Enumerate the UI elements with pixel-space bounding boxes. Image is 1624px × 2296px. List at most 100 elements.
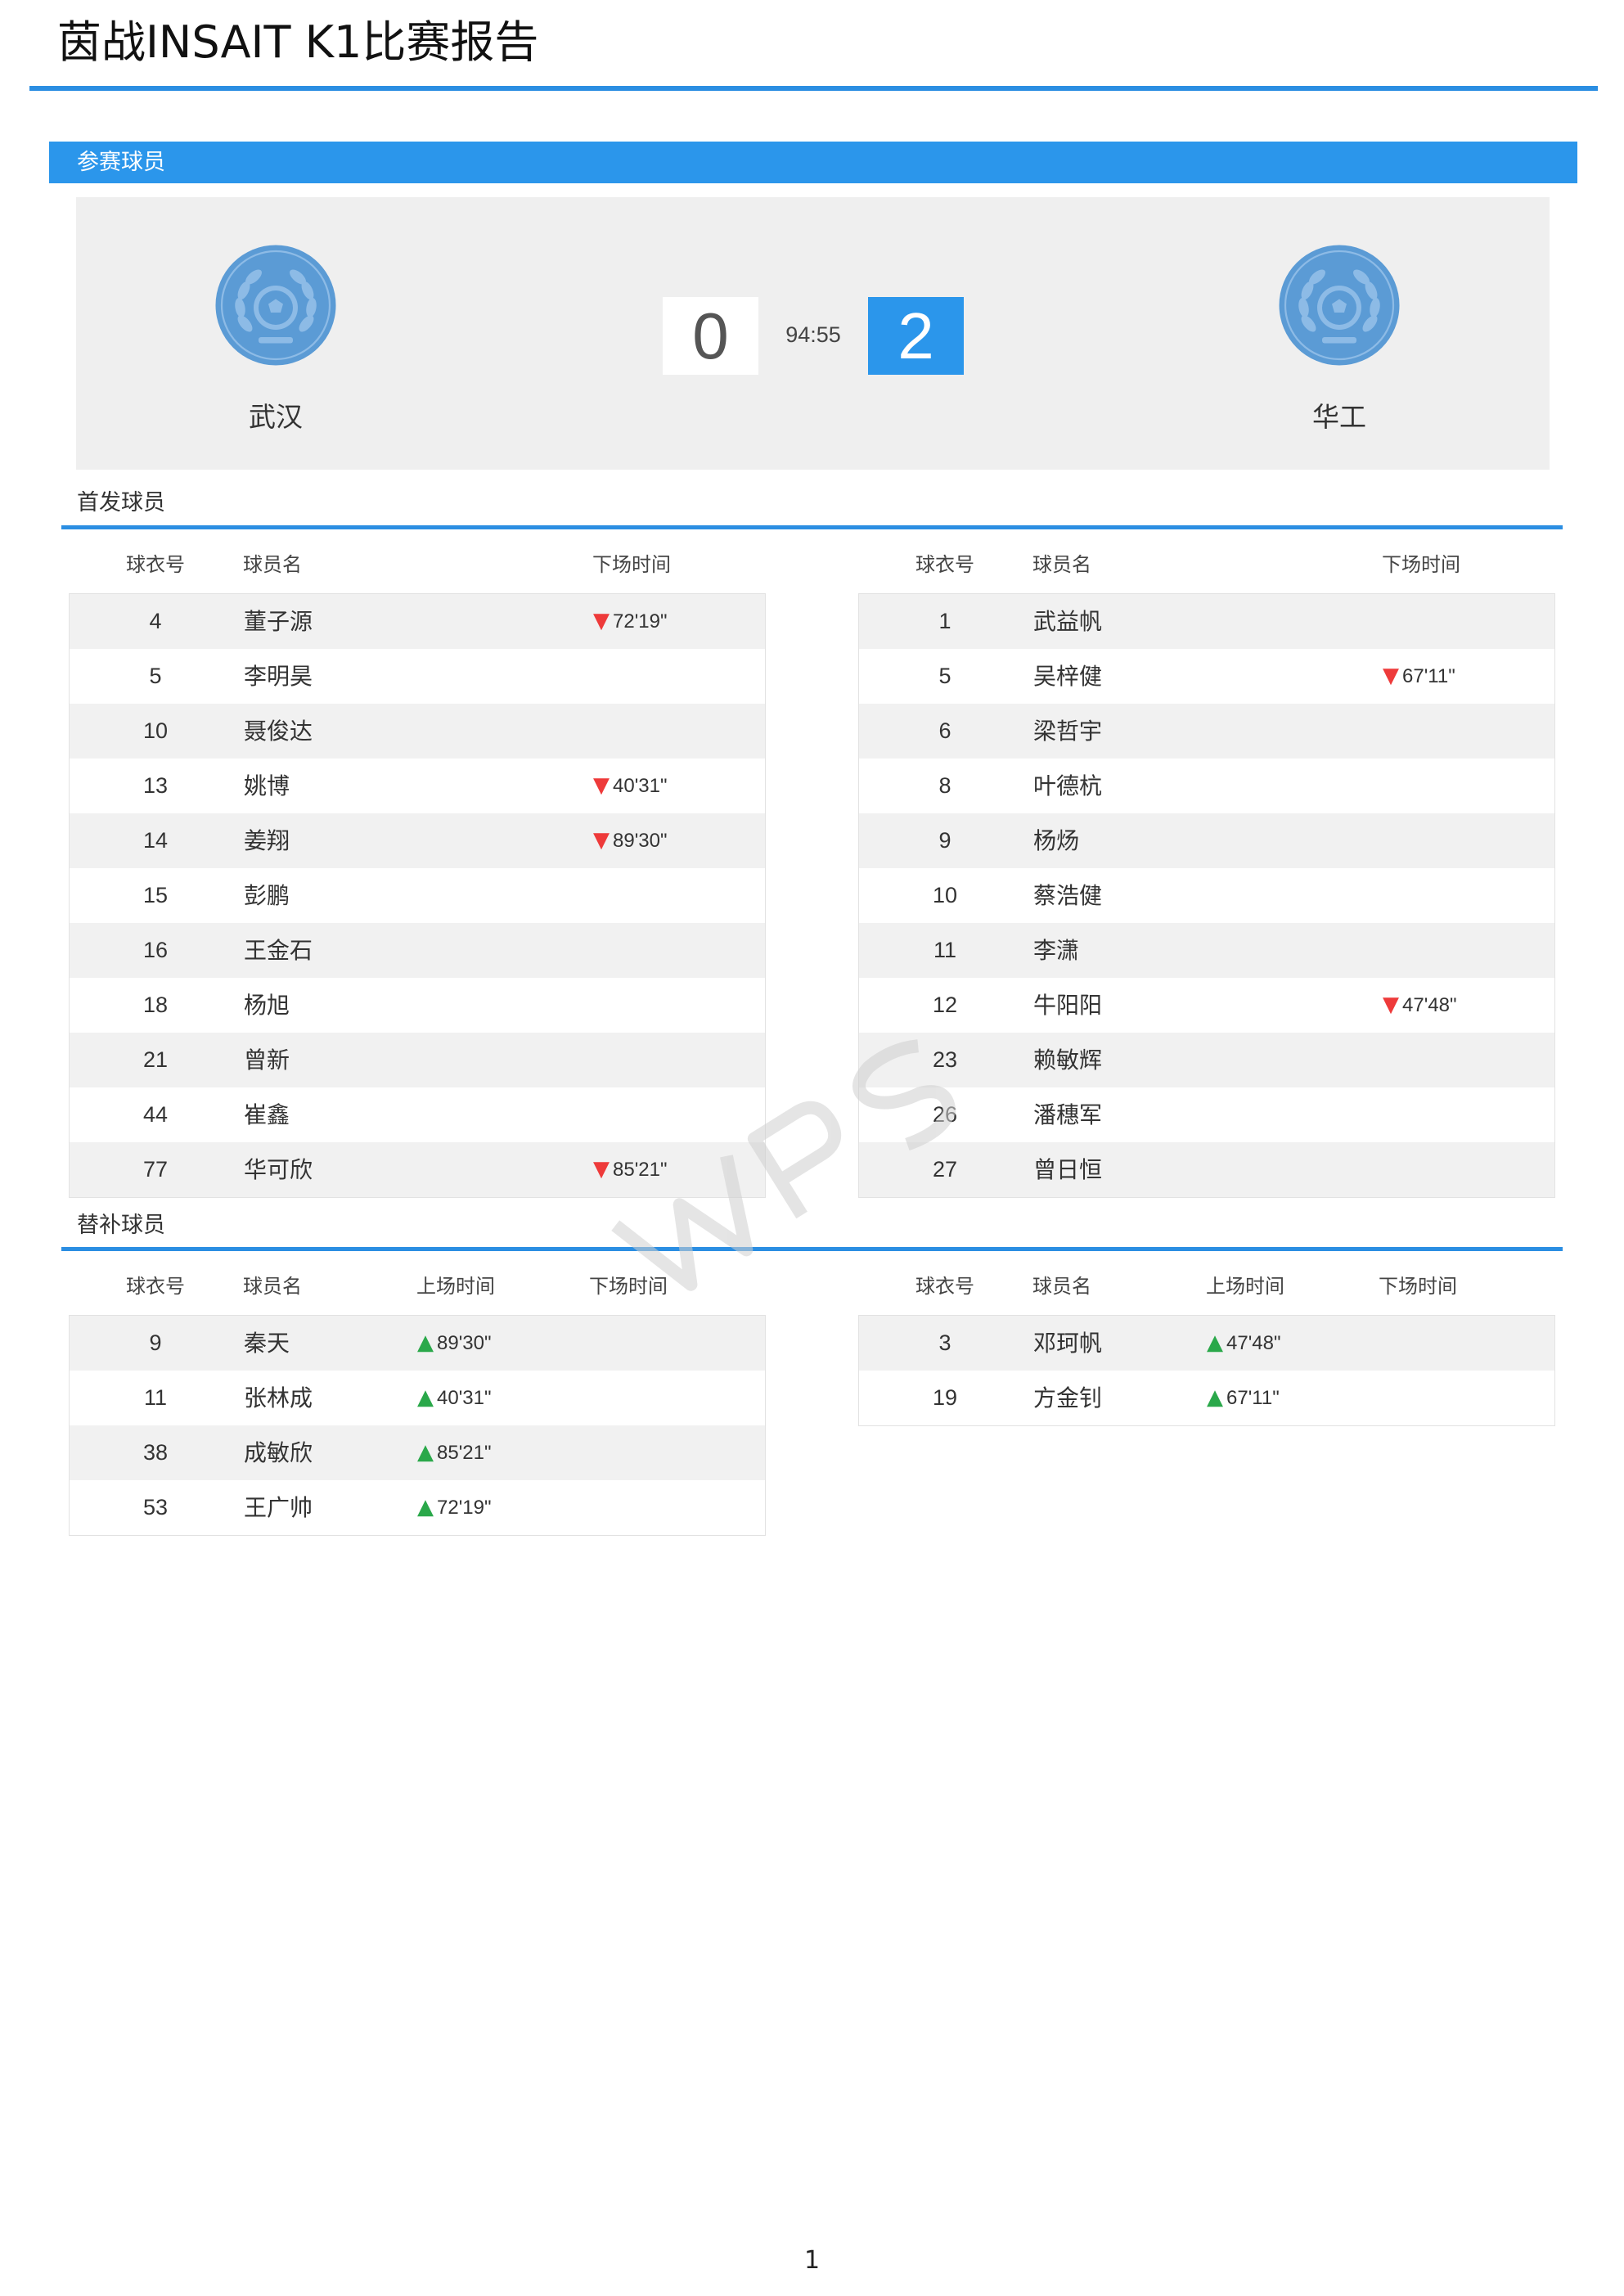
player-number: 3	[938, 1330, 951, 1355]
player-number: 6	[938, 718, 951, 743]
player-number: 18	[142, 993, 169, 1017]
player-number: 14	[142, 828, 169, 853]
sub-off-time: ▼ 85'21"	[593, 1142, 668, 1197]
table-row: 14 姜翔 ▼ 89'30"	[70, 813, 765, 868]
table-row: 10 蔡浩健	[859, 868, 1554, 923]
player-number: 16	[142, 938, 169, 962]
table-row: 6 梁哲宇	[859, 704, 1554, 759]
player-number: 21	[142, 1047, 169, 1072]
player-number: 5	[938, 664, 951, 688]
away-starters-table: 球衣号 球员名 下场时间 1 武益帆 5 吴梓健 ▼ 67'11" 6 梁哲宇 8 叶德杭 9 杨炀 1…	[858, 536, 1555, 1198]
home-team: 武汉	[169, 197, 382, 434]
header-number: 球衣号	[126, 1275, 185, 1298]
sub-off-time: ▼ 67'11"	[1383, 649, 1455, 704]
player-name: 彭鹏	[244, 882, 290, 909]
red-down-triangle-icon: ▼	[593, 609, 610, 633]
away-score: 2	[868, 297, 964, 375]
player-number: 15	[142, 883, 169, 907]
player-name: 张林成	[244, 1384, 313, 1411]
table-row: 15 彭鹏	[70, 868, 765, 923]
table-row: 44 崔鑫	[70, 1087, 765, 1142]
time-text: 67'11"	[1226, 1387, 1280, 1409]
table-row: 19 方金钊 ▲ 67'11"	[859, 1371, 1554, 1425]
substitutes-title: 替补球员	[77, 1213, 165, 1238]
player-number: 1	[938, 609, 951, 633]
green-up-triangle-icon: ▲	[1207, 1385, 1223, 1410]
sub-on-time: ▲ 47'48"	[1207, 1316, 1281, 1371]
sub-on-time: ▲ 40'31"	[417, 1371, 492, 1425]
player-name: 蔡浩健	[1033, 882, 1103, 909]
time-text: 85'21"	[613, 1159, 668, 1181]
green-up-triangle-icon: ▲	[417, 1385, 434, 1410]
player-name: 王广帅	[244, 1494, 313, 1521]
player-name: 聂俊达	[244, 718, 313, 745]
player-name: 杨旭	[244, 992, 290, 1019]
player-number: 26	[932, 1102, 958, 1127]
time-text: 47'48"	[1226, 1332, 1281, 1354]
player-number: 11	[933, 938, 957, 962]
player-number: 13	[142, 773, 169, 798]
table-row: 10 聂俊达	[70, 704, 765, 759]
player-name: 曾日恒	[1033, 1156, 1103, 1183]
sub-on-time: ▲ 85'21"	[417, 1425, 492, 1480]
table-header: 球衣号 球员名 下场时间	[858, 536, 1555, 593]
header-name: 球员名	[1032, 553, 1091, 576]
player-name: 成敏欣	[244, 1439, 313, 1466]
home-substitutes-rows: 9 秦天 ▲ 89'30" 11 张林成 ▲ 40'31" 38 成敏欣 ▲ 85'21" 53 王广帅 ▲…	[69, 1315, 766, 1536]
sub-on-time: ▲ 67'11"	[1207, 1371, 1280, 1425]
player-name: 姜翔	[244, 827, 290, 854]
player-name: 姚博	[244, 772, 290, 799]
away-starters-rows: 1 武益帆 5 吴梓健 ▼ 67'11" 6 梁哲宇 8 叶德杭 9 杨炀 10 蔡浩健 11 李潇 12 牛阳阳…	[858, 593, 1555, 1198]
table-row: 9 杨炀	[859, 813, 1554, 868]
table-row: 18 杨旭	[70, 978, 765, 1033]
player-name: 方金钊	[1033, 1384, 1103, 1411]
header-number: 球衣号	[126, 553, 185, 576]
table-row: 8 叶德杭	[859, 759, 1554, 813]
red-down-triangle-icon: ▼	[1383, 664, 1399, 688]
green-up-triangle-icon: ▲	[1207, 1330, 1223, 1355]
home-team-logo-icon	[215, 245, 336, 366]
time-text: 40'31"	[613, 775, 668, 797]
title-divider	[29, 86, 1598, 91]
away-team-name: 华工	[1312, 401, 1366, 433]
player-number: 12	[932, 993, 958, 1017]
player-name: 崔鑫	[244, 1101, 290, 1128]
header-name: 球员名	[243, 553, 302, 576]
player-number: 23	[932, 1047, 958, 1072]
report-title: 茵战INSAIT K1比赛报告	[57, 16, 539, 68]
green-up-triangle-icon: ▲	[417, 1440, 434, 1465]
substitutes-divider	[61, 1247, 1563, 1251]
player-number: 9	[938, 828, 951, 853]
header-number: 球衣号	[915, 553, 974, 576]
time-text: 67'11"	[1402, 665, 1455, 687]
time-text: 89'30"	[437, 1332, 492, 1354]
player-name: 秦天	[244, 1330, 290, 1357]
table-row: 38 成敏欣 ▲ 85'21"	[70, 1425, 765, 1480]
time-text: 72'19"	[437, 1497, 492, 1519]
sub-off-time: ▼ 47'48"	[1383, 978, 1457, 1033]
sub-on-time: ▲ 89'30"	[417, 1316, 492, 1371]
away-substitutes-table: 球衣号 球员名 上场时间 下场时间 3 邓珂帆 ▲ 47'48" 19 方金钊 ▲ 67'11…	[858, 1258, 1555, 1426]
time-text: 47'48"	[1402, 994, 1457, 1016]
player-number: 9	[149, 1330, 162, 1355]
player-number: 11	[143, 1385, 168, 1410]
table-row: 1 武益帆	[859, 594, 1554, 649]
player-number: 77	[142, 1157, 169, 1182]
table-header: 球衣号 球员名 上场时间 下场时间	[858, 1258, 1555, 1315]
player-name: 王金石	[244, 937, 313, 964]
red-down-triangle-icon: ▼	[593, 773, 610, 798]
header-off-time: 下场时间	[1379, 1275, 1457, 1298]
player-number: 38	[142, 1440, 169, 1465]
player-name: 梁哲宇	[1033, 718, 1103, 745]
home-substitutes-table: 球衣号 球员名 上场时间 下场时间 9 秦天 ▲ 89'30" 11 张林成 ▲ 40'31"…	[69, 1258, 766, 1536]
home-team-name: 武汉	[249, 401, 303, 433]
away-team: 华工	[1233, 197, 1446, 434]
table-header: 球衣号 球员名 上场时间 下场时间	[69, 1258, 766, 1315]
time-text: 40'31"	[437, 1387, 492, 1409]
table-row: 5 吴梓健 ▼ 67'11"	[859, 649, 1554, 704]
table-row: 11 李潇	[859, 923, 1554, 978]
sub-on-time: ▲ 72'19"	[417, 1480, 492, 1535]
time-text: 85'21"	[437, 1442, 492, 1464]
home-score: 0	[663, 297, 758, 375]
header-off-time: 下场时间	[592, 553, 671, 576]
